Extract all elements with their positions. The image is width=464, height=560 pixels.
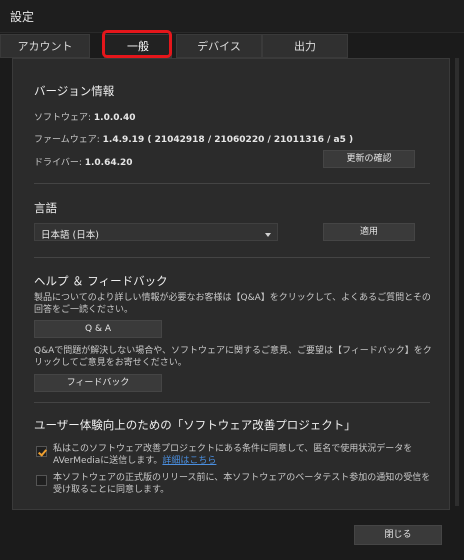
version-heading: バージョン情報 xyxy=(34,84,115,98)
firmware-label: ファームウェア: xyxy=(34,135,100,145)
tab-account[interactable]: アカウント xyxy=(0,34,90,58)
qa-button[interactable]: Q & A xyxy=(34,320,162,338)
help-heading: ヘルプ ＆ フィードバック xyxy=(34,274,168,288)
improvement-heading: ユーザー体験向上のための「ソフトウェア改善プロジェクト」 xyxy=(34,418,356,432)
software-version-row: ソフトウェア: 1.0.0.40 xyxy=(34,110,136,123)
active-tab-highlight xyxy=(102,30,172,58)
divider xyxy=(34,183,430,184)
usage-data-option: 私はこのソフトウェア改善プロジェクトにある条件に同意して、匿名で使用状況データを… xyxy=(53,443,433,467)
feedback-button[interactable]: フィードバック xyxy=(34,374,162,392)
tab-bar: アカウント 一般 デバイス 出力 xyxy=(0,34,464,58)
beta-notice-checkbox[interactable] xyxy=(36,475,47,486)
checkmark-icon xyxy=(38,447,47,457)
settings-panel: バージョン情報 ソフトウェア: 1.0.0.40 ファームウェア: 1.4.9.… xyxy=(12,58,450,510)
check-update-button[interactable]: 更新の確認 xyxy=(323,150,415,168)
dropdown-arrow-icon xyxy=(265,233,271,237)
faq-text: 製品についてのより詳しい情報が必要なお客様は【Q&A】をクリックして、よくあるご… xyxy=(34,293,431,315)
divider xyxy=(34,402,430,403)
scrollbar[interactable] xyxy=(455,58,459,506)
tab-device[interactable]: デバイス xyxy=(176,34,262,58)
language-selected: 日本語 (日本) xyxy=(41,230,99,241)
software-value: 1.0.0.40 xyxy=(93,113,136,123)
details-link[interactable]: 詳細はこちら xyxy=(162,456,216,466)
title-bar: 設定 xyxy=(0,0,464,33)
language-select[interactable]: 日本語 (日本) xyxy=(34,223,278,241)
window-title: 設定 xyxy=(10,10,35,24)
driver-label: ドライバー: xyxy=(34,158,82,168)
software-label: ソフトウェア: xyxy=(34,113,92,123)
driver-value: 1.0.64.20 xyxy=(84,158,133,168)
firmware-version-row: ファームウェア: 1.4.9.19 ( 21042918 / 21060220 … xyxy=(34,132,353,145)
divider xyxy=(34,257,430,258)
footer-bar: 閉じる xyxy=(0,512,464,560)
driver-version-row: ドライバー: 1.0.64.20 xyxy=(34,155,133,168)
tab-output[interactable]: 出力 xyxy=(262,34,348,58)
beta-notice-text: 本ソフトウェアの正式版のリリース前に、本ソフトウェアのベータテスト参加の通知の受… xyxy=(53,473,431,495)
apply-button[interactable]: 適用 xyxy=(323,223,415,241)
firmware-value: 1.4.9.19 ( 21042918 / 21060220 / 2101131… xyxy=(102,135,354,145)
usage-data-checkbox[interactable] xyxy=(36,446,47,457)
feedback-text: Q&Aで問題が解決しない場合や、ソフトウェアに関するご意見、ご要望は【フィードバ… xyxy=(34,346,432,368)
close-button[interactable]: 閉じる xyxy=(354,525,442,545)
language-heading: 言語 xyxy=(34,201,57,215)
usage-data-text: 私はこのソフトウェア改善プロジェクトにある条件に同意して、匿名で使用状況データを… xyxy=(53,444,413,466)
